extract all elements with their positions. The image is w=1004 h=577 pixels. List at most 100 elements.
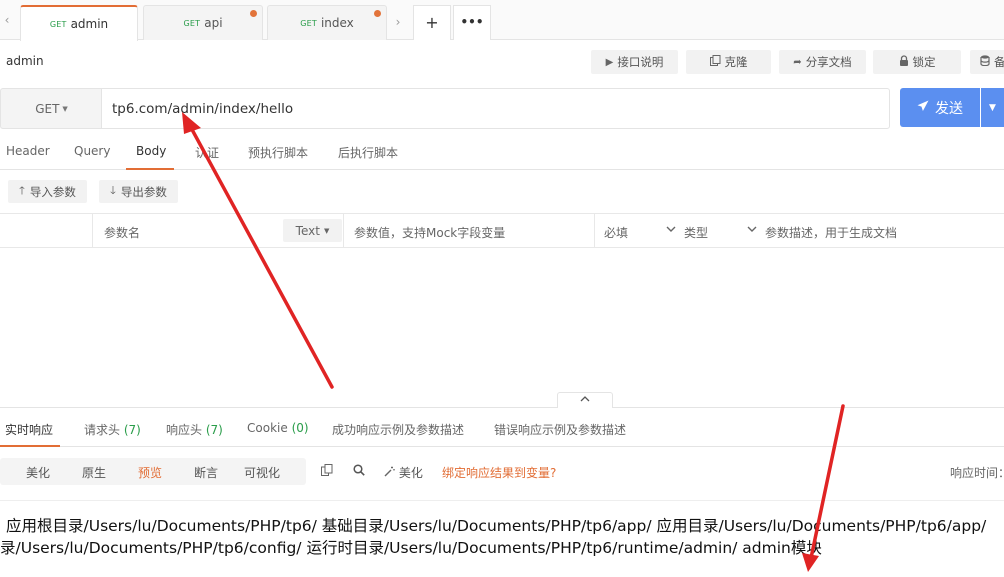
param-row: 参数名 Text ▼ 参数值，支持Mock字段变量 必填 类型 参数描述，用于生… <box>0 213 1004 248</box>
clone-button[interactable]: 克隆 <box>686 50 771 74</box>
param-desc-input[interactable]: 参数描述，用于生成文档 <box>765 224 897 241</box>
tab-method-label: GET <box>300 18 317 28</box>
add-tab-button[interactable]: + <box>413 5 451 40</box>
unsaved-dot-icon <box>374 10 381 17</box>
tab-scroll-left-button[interactable]: ‹ <box>0 8 14 32</box>
view-mode-segment: 美化 原生 预览 断言 可视化 <box>0 458 306 485</box>
api-doc-button[interactable]: ▶ 接口说明 <box>591 50 678 74</box>
param-type-select[interactable]: Text ▼ <box>283 219 342 242</box>
tab-api[interactable]: GET api <box>143 5 263 40</box>
response-line: 录/Users/lu/Documents/PHP/tp6/config/ 运行时… <box>0 539 822 557</box>
caret-down-icon: ▼ <box>62 104 68 113</box>
tab-response-headers[interactable]: 响应头 (7) <box>166 421 223 438</box>
bind-response-variable-link[interactable]: 绑定响应结果到变量? <box>442 464 556 481</box>
tab-error-example[interactable]: 错误响应示例及参数描述 <box>494 421 626 438</box>
param-name-input[interactable]: 参数名 <box>104 224 140 241</box>
send-label: 发送 <box>935 100 963 117</box>
param-value-input[interactable]: 参数值，支持Mock字段变量 <box>354 224 505 241</box>
caret-down-icon: ▼ <box>989 102 996 113</box>
tab-method-label: GET <box>49 19 67 29</box>
tab-label: Cookie <box>247 421 288 435</box>
view-mode-assert[interactable]: 断言 <box>194 464 218 481</box>
export-params-button[interactable]: 🡓 导出参数 <box>99 180 178 203</box>
tab-label: 响应头 <box>166 423 203 437</box>
send-button[interactable]: 发送 <box>900 88 980 127</box>
tab-index[interactable]: GET index <box>267 5 387 40</box>
send-options-dropdown[interactable]: ▼ <box>981 88 1004 127</box>
lock-icon <box>899 55 909 69</box>
chevron-down-icon[interactable] <box>666 225 676 236</box>
required-select[interactable]: 必填 <box>604 224 628 241</box>
divider <box>0 500 1004 501</box>
tab-success-example[interactable]: 成功响应示例及参数描述 <box>332 421 464 438</box>
share-doc-label: 分享文档 <box>805 55 852 69</box>
arrow-down-icon: 🡓 <box>110 184 116 197</box>
export-params-label: 导出参数 <box>120 184 167 199</box>
view-mode-beautify[interactable]: 美化 <box>26 464 50 481</box>
annotation-overlay <box>182 112 845 572</box>
clone-label: 克隆 <box>724 55 748 69</box>
tab-label: 请求头 <box>84 423 121 437</box>
share-icon: ➦ <box>793 56 802 68</box>
tab-body[interactable]: Body <box>136 144 166 158</box>
tab-live-response[interactable]: 实时响应 <box>5 421 53 438</box>
http-method-value: GET <box>35 101 60 116</box>
database-icon <box>980 55 990 69</box>
tab-post-script[interactable]: 后执行脚本 <box>338 144 398 161</box>
arrow-up-icon: 🡑 <box>19 184 25 197</box>
share-doc-button[interactable]: ➦ 分享文档 <box>779 50 866 74</box>
tab-admin[interactable]: GET admin <box>20 5 138 41</box>
paper-plane-icon <box>917 100 929 115</box>
database-label: 备 <box>994 55 1004 69</box>
view-mode-preview[interactable]: 预览 <box>138 464 162 481</box>
api-title: admin <box>6 54 44 68</box>
chevron-down-icon[interactable] <box>747 225 757 236</box>
search-icon[interactable] <box>353 464 365 479</box>
import-params-label: 导入参数 <box>29 184 76 199</box>
view-mode-raw[interactable]: 原生 <box>82 464 106 481</box>
lock-label: 锁定 <box>912 55 936 69</box>
tab-scroll-right-button[interactable]: › <box>387 5 409 40</box>
active-tab-indicator <box>126 168 174 170</box>
tab-name: index <box>320 16 354 30</box>
tab-label: 实时响应 <box>5 423 54 437</box>
tab-auth[interactable]: 认证 <box>195 144 219 161</box>
copy-icon[interactable] <box>321 464 333 479</box>
caret-down-icon: ▼ <box>323 226 330 235</box>
tab-request-headers[interactable]: 请求头 (7) <box>84 421 141 438</box>
url-input[interactable] <box>101 88 890 129</box>
magic-wand-icon <box>384 466 399 480</box>
tab-bar: ‹ GET admin GET api GET index › + ••• <box>0 0 1004 41</box>
unsaved-dot-icon <box>250 10 257 17</box>
copy-icon <box>709 55 721 69</box>
column-divider <box>343 214 344 248</box>
tab-name: admin <box>70 17 109 31</box>
tab-label: 错误响应示例及参数描述 <box>494 423 627 437</box>
import-params-button[interactable]: 🡑 导入参数 <box>8 180 87 203</box>
tab-name: api <box>204 16 223 30</box>
app-window: ‹ GET admin GET api GET index › + ••• ad… <box>0 0 1004 577</box>
more-tabs-button[interactable]: ••• <box>453 5 491 40</box>
tab-pre-script[interactable]: 预执行脚本 <box>248 144 308 161</box>
play-icon: ▶ <box>605 56 614 68</box>
request-tabs: Header Query Body 认证 预执行脚本 后执行脚本 <box>0 130 1004 170</box>
data-type-select[interactable]: 类型 <box>684 224 708 241</box>
active-tab-indicator <box>0 445 60 447</box>
tab-cookie[interactable]: Cookie (0) <box>247 421 309 435</box>
collapse-panel-button[interactable] <box>557 392 613 408</box>
tab-query[interactable]: Query <box>74 144 110 158</box>
param-type-value: Text <box>295 223 320 238</box>
lock-button[interactable]: 锁定 <box>873 50 961 74</box>
beautify-label: 美化 <box>398 466 423 480</box>
response-preview: 应用根目录/Users/lu/Documents/PHP/tp6/ 基础目录/U… <box>0 515 1004 559</box>
http-method-select[interactable]: GET ▼ <box>0 88 102 129</box>
beautify-button[interactable]: 美化 <box>384 464 423 481</box>
tab-count: (7) <box>123 423 141 437</box>
chevron-up-icon <box>580 396 590 402</box>
view-mode-visualize[interactable]: 可视化 <box>244 464 280 481</box>
column-divider <box>594 214 595 248</box>
tab-header[interactable]: Header <box>6 144 50 158</box>
column-divider <box>92 214 93 248</box>
response-line: 应用根目录/Users/lu/Documents/PHP/tp6/ 基础目录/U… <box>6 517 987 535</box>
database-button[interactable]: 备 <box>970 50 1004 74</box>
